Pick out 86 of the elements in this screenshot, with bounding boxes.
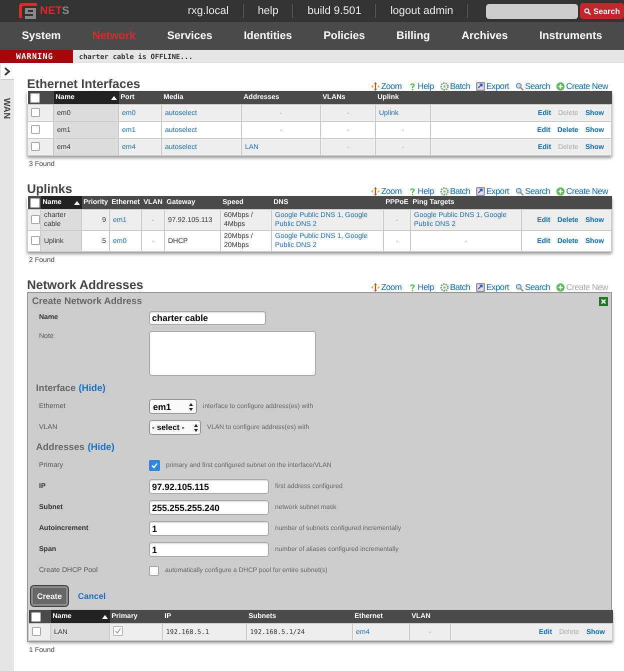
note-field[interactable] — [149, 331, 316, 376]
nav-tab[interactable]: Instruments — [539, 30, 602, 42]
group-heading: Interface — [36, 383, 76, 394]
row-checkbox[interactable] — [31, 215, 40, 224]
row-checkbox[interactable] — [31, 125, 40, 134]
select-all-checkbox[interactable] — [30, 92, 40, 102]
input-field[interactable]: 255.255.255.240 — [149, 500, 269, 515]
updown-arrows-icon — [194, 424, 198, 432]
plus-circle-icon — [556, 282, 566, 292]
toolbar-link[interactable]: Create New — [556, 186, 608, 196]
toolbar-link[interactable]: Batch — [440, 282, 470, 292]
toolbar-link[interactable]: Search — [514, 186, 550, 196]
section-title: Uplinks — [27, 182, 72, 196]
nav-tab[interactable]: Policies — [323, 30, 366, 42]
header-link[interactable]: rxg.local — [174, 4, 244, 18]
sidebar-label: WAN — [2, 98, 12, 119]
search-field[interactable] — [486, 4, 578, 18]
section-title: Network Addresses — [27, 278, 144, 292]
move-arrows-icon — [371, 282, 380, 292]
nav-tab[interactable]: System — [22, 30, 61, 42]
nav-tab[interactable]: Billing — [396, 30, 430, 42]
sidebar-toggle[interactable] — [0, 63, 14, 80]
toolbar-link[interactable]: Zoom — [371, 282, 402, 292]
header-link[interactable]: logout admin — [376, 4, 468, 18]
row-checkbox[interactable] — [31, 142, 40, 152]
toolbar-link[interactable]: Search — [514, 282, 550, 292]
toolbar-link[interactable]: Batch — [440, 186, 470, 196]
search-icon — [584, 8, 592, 14]
search-icon — [514, 82, 524, 90]
select-all-checkbox[interactable] — [30, 612, 40, 622]
form-title: Create Network Address — [32, 296, 142, 307]
select-dropdown[interactable]: - select - — [149, 420, 201, 435]
create-button[interactable]: Create — [31, 586, 68, 606]
export-document-icon — [476, 186, 486, 196]
export-document-icon — [476, 282, 486, 292]
section-title: Ethernet Interfaces — [27, 77, 140, 91]
input-field[interactable]: 97.92.105.115 — [149, 479, 269, 494]
move-arrows-icon — [371, 82, 380, 90]
chevron-right-icon — [4, 66, 10, 76]
input-field[interactable]: 1 — [149, 542, 269, 557]
toolbar-link[interactable]: Help — [408, 186, 434, 196]
toolbar-link[interactable]: Export — [476, 81, 509, 91]
export-document-icon — [476, 82, 486, 90]
toolbar-link[interactable]: Search — [514, 81, 550, 91]
gears-icon — [440, 82, 449, 90]
nav-tab[interactable]: Services — [167, 30, 212, 42]
question-mark-icon — [408, 282, 417, 292]
checkbox[interactable] — [149, 460, 160, 471]
toolbar-link[interactable]: Help — [408, 81, 434, 91]
select-all-checkbox[interactable] — [30, 198, 40, 208]
warning-label: WARNING — [0, 50, 73, 63]
move-arrows-icon — [371, 186, 380, 196]
toolbar-link[interactable]: Zoom — [371, 81, 402, 91]
hide-link[interactable]: (Hide) — [88, 442, 115, 453]
gears-icon — [440, 186, 449, 196]
plus-circle-icon — [556, 82, 566, 90]
checkbox[interactable] — [149, 566, 159, 576]
select-dropdown[interactable]: em1 — [149, 399, 197, 414]
logo-text: NETS — [40, 5, 70, 17]
toolbar-link[interactable]: Batch — [440, 81, 470, 91]
question-mark-icon — [408, 186, 417, 196]
group-heading: Addresses — [36, 442, 85, 453]
toolbar-link[interactable]: Zoom — [371, 186, 402, 196]
input-field[interactable]: charter cable — [149, 310, 266, 324]
question-mark-icon — [408, 82, 417, 90]
search-button[interactable]: Search — [580, 3, 624, 19]
toolbar-link[interactable]: Create New — [556, 81, 608, 91]
close-icon[interactable] — [599, 297, 608, 306]
header-link[interactable]: build 9.501 — [293, 4, 376, 18]
cancel-link[interactable]: Cancel — [78, 591, 106, 601]
nav-tab[interactable]: Identities — [244, 30, 292, 42]
row-checkbox[interactable] — [31, 236, 40, 246]
nav-tab[interactable]: Archives — [461, 30, 508, 42]
header-link[interactable]: help — [244, 4, 294, 18]
toolbar-link[interactable]: Help — [408, 282, 434, 292]
updown-arrows-icon — [189, 402, 193, 410]
input-field[interactable]: 1 — [149, 521, 269, 536]
logo-mark-icon — [17, 2, 39, 20]
plus-circle-icon — [556, 186, 566, 196]
row-checkbox[interactable] — [32, 627, 41, 636]
search-icon — [514, 282, 524, 292]
toolbar-link[interactable]: Export — [476, 186, 509, 196]
hide-link[interactable]: (Hide) — [78, 383, 106, 394]
toolbar-link[interactable]: Export — [476, 282, 509, 292]
search-icon — [514, 186, 524, 196]
row-checkbox[interactable] — [31, 108, 40, 118]
